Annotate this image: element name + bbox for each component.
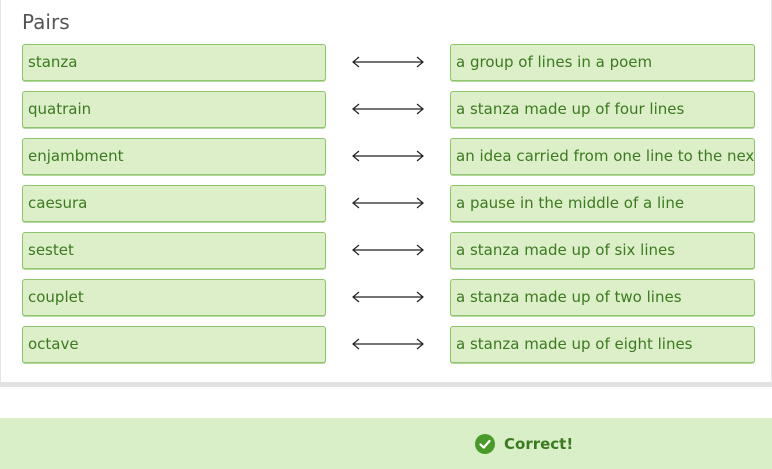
pair-row: enjambment an idea carried from one line… bbox=[22, 138, 755, 175]
pair-row: stanza a group of lines in a poem bbox=[22, 44, 755, 81]
card-bottom-divider bbox=[0, 382, 772, 387]
feedback-message: Correct! bbox=[475, 434, 573, 454]
pair-row: caesura a pause in the middle of a line bbox=[22, 185, 755, 222]
term-tile[interactable]: caesura bbox=[22, 185, 326, 222]
term-tile[interactable]: enjambment bbox=[22, 138, 326, 175]
check-circle-icon bbox=[475, 434, 495, 454]
double-arrow-icon bbox=[352, 290, 424, 304]
term-tile[interactable]: couplet bbox=[22, 279, 326, 316]
pair-row: quatrain a stanza made up of four lines bbox=[22, 91, 755, 128]
pair-row: octave a stanza made up of eight lines bbox=[22, 326, 755, 363]
definition-tile[interactable]: a group of lines in a poem bbox=[450, 44, 755, 81]
double-arrow-icon bbox=[352, 102, 424, 116]
definition-tile[interactable]: a stanza made up of four lines bbox=[450, 91, 755, 128]
double-arrow-icon bbox=[352, 243, 424, 257]
term-tile[interactable]: sestet bbox=[22, 232, 326, 269]
double-arrow-icon bbox=[352, 196, 424, 210]
pair-row: sestet a stanza made up of six lines bbox=[22, 232, 755, 269]
definition-tile[interactable]: a stanza made up of eight lines bbox=[450, 326, 755, 363]
pair-row: couplet a stanza made up of two lines bbox=[22, 279, 755, 316]
definition-tile[interactable]: an idea carried from one line to the nex… bbox=[450, 138, 755, 175]
matching-card: Pairs stanza a group of lines in a poem … bbox=[0, 0, 772, 382]
feedback-bar: Correct! bbox=[0, 418, 772, 469]
definition-tile[interactable]: a pause in the middle of a line bbox=[450, 185, 755, 222]
double-arrow-icon bbox=[352, 337, 424, 351]
double-arrow-icon bbox=[352, 55, 424, 69]
feedback-status-text: Correct! bbox=[504, 435, 574, 453]
term-tile[interactable]: quatrain bbox=[22, 91, 326, 128]
definition-tile[interactable]: a stanza made up of six lines bbox=[450, 232, 755, 269]
definition-tile[interactable]: a stanza made up of two lines bbox=[450, 279, 755, 316]
double-arrow-icon bbox=[352, 149, 424, 163]
term-tile[interactable]: stanza bbox=[22, 44, 326, 81]
pairs-list: stanza a group of lines in a poem quatra… bbox=[22, 44, 755, 373]
term-tile[interactable]: octave bbox=[22, 326, 326, 363]
pairs-title: Pairs bbox=[22, 10, 70, 34]
